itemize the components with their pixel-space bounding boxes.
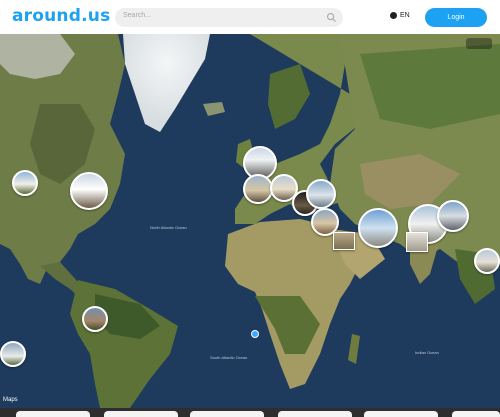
location-marker[interactable] bbox=[251, 330, 259, 338]
fullscreen-icon[interactable] bbox=[466, 38, 492, 49]
photo-marker[interactable] bbox=[70, 172, 108, 210]
photo-marker[interactable] bbox=[474, 248, 500, 274]
language-selector[interactable]: EN bbox=[390, 12, 410, 19]
globe-icon bbox=[390, 12, 397, 19]
bottom-tab[interactable] bbox=[190, 411, 264, 417]
indian-ocean-label: Indian Ocean bbox=[415, 350, 439, 355]
north-atlantic-label: North Atlantic Ocean bbox=[150, 225, 187, 230]
bottom-tab[interactable] bbox=[16, 411, 90, 417]
bottom-tab[interactable] bbox=[452, 411, 500, 417]
search-placeholder: Search... bbox=[123, 12, 152, 19]
photo-marker[interactable] bbox=[333, 232, 355, 250]
top-bar: around.us Search... EN Login bbox=[0, 0, 500, 34]
language-label: EN bbox=[400, 12, 410, 19]
photo-marker[interactable] bbox=[306, 179, 336, 209]
world-map[interactable]: North Atlantic Ocean South Atlantic Ocea… bbox=[0, 34, 500, 408]
logo[interactable]: around.us bbox=[12, 6, 110, 26]
maps-attribution: Maps bbox=[3, 397, 18, 403]
search-icon bbox=[327, 13, 337, 23]
photo-marker[interactable] bbox=[437, 200, 469, 232]
search-input[interactable]: Search... bbox=[115, 8, 343, 27]
photo-marker[interactable] bbox=[82, 306, 108, 332]
photo-marker[interactable] bbox=[406, 232, 428, 252]
photo-marker[interactable] bbox=[243, 174, 273, 204]
south-atlantic-label: South Atlantic Ocean bbox=[210, 355, 247, 360]
bottom-tab[interactable] bbox=[104, 411, 178, 417]
bottom-tab[interactable] bbox=[364, 411, 438, 417]
photo-marker[interactable] bbox=[12, 170, 38, 196]
bottom-tab[interactable] bbox=[278, 411, 352, 417]
photo-marker[interactable] bbox=[358, 208, 398, 248]
login-button[interactable]: Login bbox=[425, 8, 487, 27]
photo-marker[interactable] bbox=[0, 341, 26, 367]
